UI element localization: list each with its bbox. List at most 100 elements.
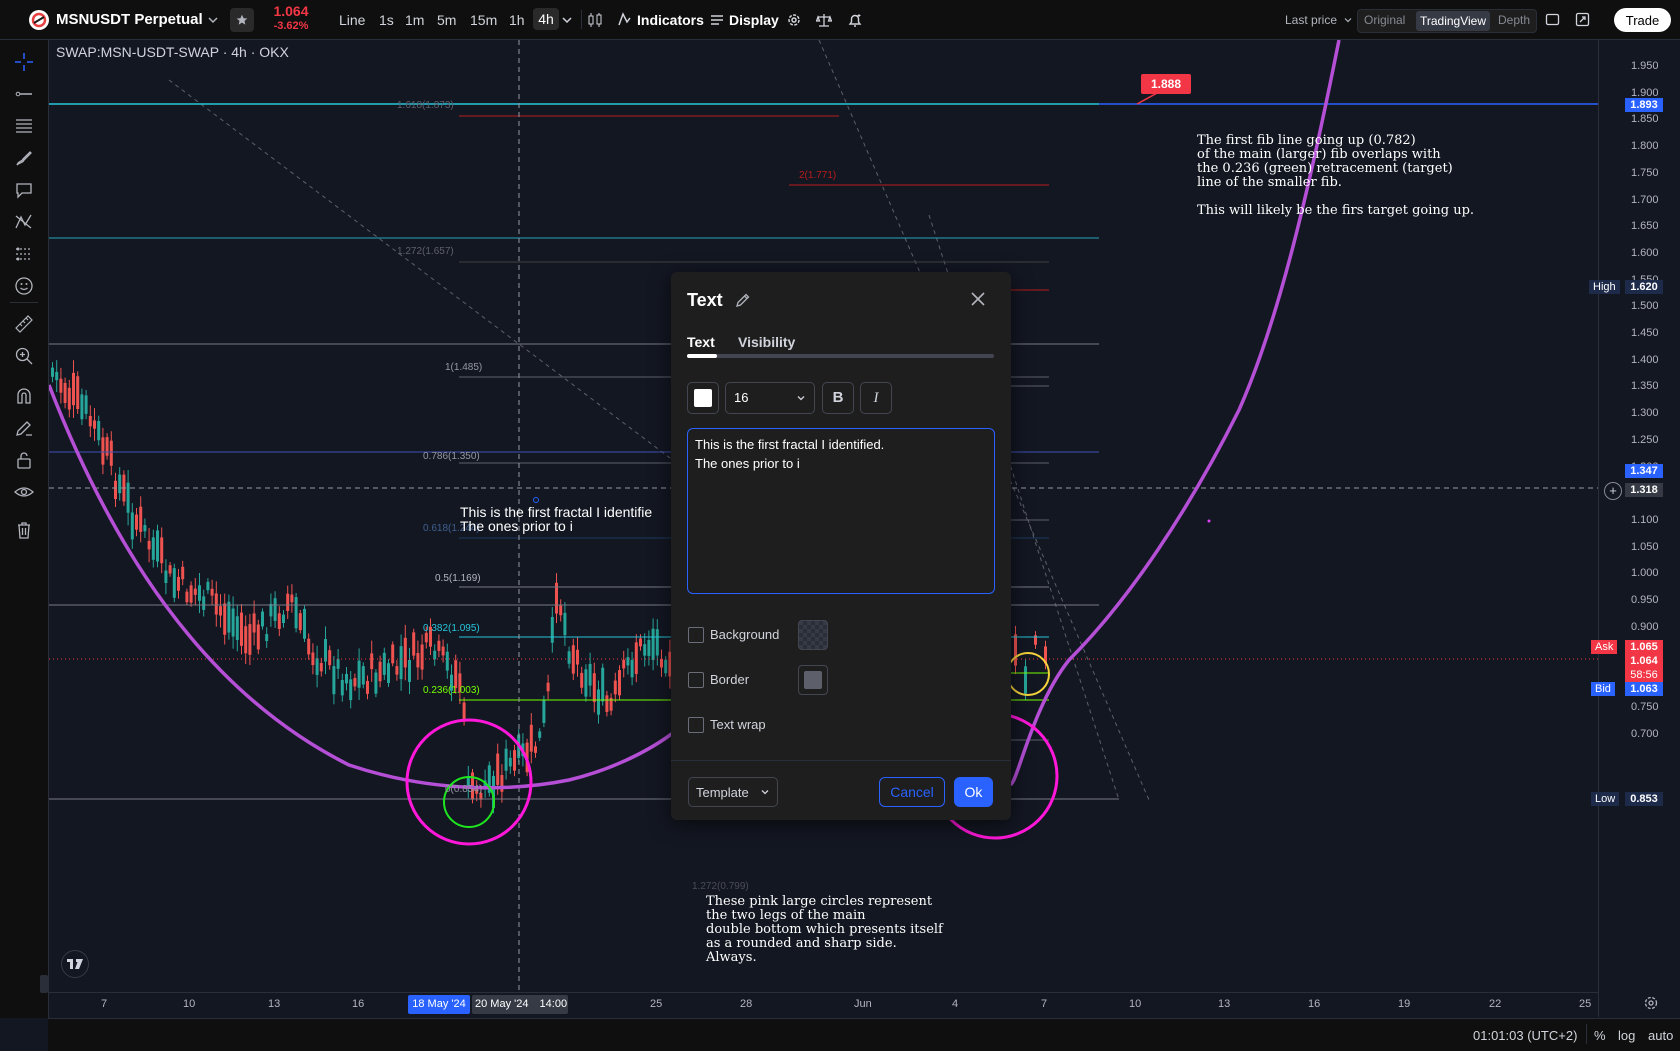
candle-body — [324, 639, 327, 662]
candle-body — [1024, 666, 1027, 694]
crosshair-icon[interactable] — [12, 50, 36, 74]
settings-gear-icon[interactable] — [786, 0, 802, 39]
interval-1m[interactable]: 1m — [405, 0, 424, 39]
candle-body — [613, 680, 617, 695]
candle-body — [248, 624, 252, 655]
note-circles[interactable]: These pink large circles represent the t… — [706, 895, 943, 965]
candle-body — [357, 660, 361, 688]
price-tick-label: 0.750 — [1631, 700, 1659, 713]
lock-icon[interactable] — [12, 448, 36, 472]
view-depth[interactable]: Depth — [1498, 13, 1530, 27]
border-label: Border — [710, 672, 750, 687]
add-alert-plus-icon[interactable]: + — [1604, 482, 1622, 500]
price-tick-label: 1.700 — [1631, 193, 1659, 206]
price-tick-label: 0.950 — [1631, 594, 1659, 606]
time-axis[interactable]: 7 10 13 16 18 May '24 20 May '24 14:00 2… — [49, 992, 1598, 1018]
timezone-settings-gear-icon[interactable] — [1643, 995, 1659, 1011]
candle-body — [546, 682, 550, 692]
indicators-button[interactable]: Indicators — [617, 0, 704, 39]
ruler-icon[interactable] — [12, 312, 36, 336]
view-tradingview[interactable]: TradingView — [1416, 11, 1490, 31]
candle-body — [445, 651, 449, 671]
price-tick-label: 1.750 — [1631, 166, 1659, 179]
tab-visibility[interactable]: Visibility — [738, 334, 795, 350]
ok-button[interactable]: Ok — [954, 777, 993, 807]
close-icon[interactable] — [969, 290, 987, 308]
candle-body — [454, 660, 458, 689]
compare-scale-icon[interactable] — [816, 0, 832, 39]
stay-drawing-icon[interactable] — [12, 416, 36, 440]
candle-body — [462, 702, 466, 721]
symbol-chevron-down-icon[interactable] — [207, 0, 219, 39]
zoom-in-icon[interactable] — [12, 344, 36, 368]
auto-toggle[interactable]: auto — [1648, 1028, 1673, 1043]
candle-body — [424, 632, 428, 643]
tab-text[interactable]: Text — [687, 334, 715, 350]
interval-1s[interactable]: 1s — [379, 0, 394, 39]
price-tick-label: 1.650 — [1631, 220, 1659, 233]
bid-value: 1.063 — [1625, 682, 1663, 696]
rename-pencil-icon[interactable] — [735, 292, 751, 308]
candle-body — [72, 372, 75, 406]
cancel-button[interactable]: Cancel — [879, 777, 945, 807]
text-wrap-checkbox[interactable] — [688, 717, 704, 733]
fullscreen-icon[interactable] — [1575, 0, 1590, 39]
brush-icon[interactable] — [12, 146, 36, 170]
percent-toggle[interactable]: % — [1594, 1028, 1606, 1043]
bold-button[interactable]: B — [822, 382, 854, 414]
log-toggle[interactable]: log — [1618, 1028, 1635, 1043]
background-color-swatch[interactable] — [798, 620, 828, 650]
pattern-icon[interactable] — [12, 210, 36, 234]
note-fractal[interactable]: This is the first fractal I identifie Th… — [460, 505, 652, 533]
crosshair-price: 1.318 — [1625, 483, 1663, 497]
layout-window-icon[interactable] — [1545, 0, 1560, 39]
alert-bell-icon[interactable] — [847, 0, 863, 39]
fib-lines-icon[interactable] — [12, 114, 36, 138]
candle-body — [504, 748, 508, 771]
rounded-bottom-curve — [49, 384, 681, 790]
price-source-select[interactable]: Last price — [1285, 0, 1353, 39]
price-axis[interactable]: 1.950 1.900 1.850 1.800 1.750 1.700 1.650 1.600… — [1589, 40, 1680, 1017]
interval-5m[interactable]: 5m — [437, 0, 456, 39]
text-content-textarea[interactable]: This is the first fractal I identified. … — [687, 428, 995, 594]
text-color-swatch[interactable] — [687, 382, 719, 414]
trend-line-icon[interactable] — [12, 82, 36, 106]
candle-body — [647, 640, 651, 656]
trash-icon[interactable] — [12, 518, 36, 542]
text-annotation-icon[interactable] — [12, 178, 36, 202]
time-label: 25 — [1579, 998, 1592, 1010]
tradingview-logo-icon[interactable] — [61, 950, 89, 978]
border-checkbox[interactable] — [688, 672, 704, 688]
emoji-icon[interactable] — [12, 274, 36, 298]
favorite-star-button[interactable] — [230, 0, 254, 39]
collapse-toolbar-handle[interactable] — [40, 975, 48, 993]
candle-body — [378, 661, 382, 682]
price-tick-label: 1.600 — [1631, 246, 1659, 259]
prediction-icon[interactable] — [12, 242, 36, 266]
interval-1h[interactable]: 1h — [509, 0, 525, 39]
font-size-select[interactable]: 16 — [725, 382, 815, 414]
view-original[interactable]: Original — [1364, 13, 1405, 27]
candle-body — [240, 612, 243, 646]
price-alert-label[interactable]: 1.888 — [1141, 74, 1191, 94]
note-fib-target[interactable]: The first fib line going up (0.782) of t… — [1197, 134, 1474, 218]
template-select[interactable]: Template — [688, 777, 778, 807]
candle-body — [622, 659, 626, 669]
interval-4h[interactable]: 4h — [533, 8, 559, 30]
border-color-swatch[interactable] — [798, 665, 828, 695]
interval-line[interactable]: Line — [339, 0, 365, 39]
symbol-name[interactable]: MSNUSDT Perpetual — [56, 0, 203, 39]
magnet-icon[interactable] — [12, 384, 36, 408]
candle-body — [126, 482, 130, 513]
tab-underline-track — [687, 354, 994, 358]
background-checkbox[interactable] — [688, 627, 704, 643]
price-tick-label: 1.400 — [1631, 353, 1659, 366]
candles-icon[interactable] — [587, 0, 603, 39]
interval-15m[interactable]: 15m — [470, 0, 497, 39]
eye-icon[interactable] — [12, 480, 36, 504]
interval-chevron-down-icon[interactable] — [561, 0, 573, 39]
clock[interactable]: 01:01:03 (UTC+2) — [1473, 1028, 1577, 1043]
trade-button[interactable]: Trade — [1614, 8, 1671, 32]
display-button[interactable]: Display — [710, 0, 779, 39]
italic-button[interactable]: I — [860, 382, 892, 414]
